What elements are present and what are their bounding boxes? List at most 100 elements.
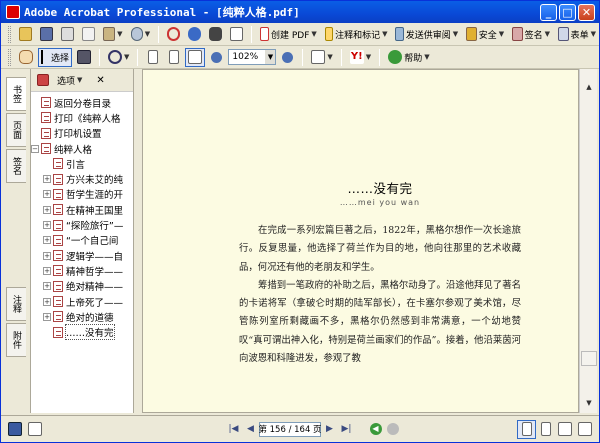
bookmark-icon [53,265,63,277]
acrobat-app-icon[interactable] [6,5,20,19]
next-page-button[interactable]: ▶ [321,421,338,438]
yahoo-search-button[interactable]: Y! ▼ [347,48,374,67]
bookmark-item[interactable]: 返回分卷目录 [31,95,131,110]
bookmark-item[interactable]: + 哲学生涯的开 [31,187,131,202]
snapshot-button[interactable] [74,48,94,67]
scroll-down-icon[interactable]: ▼ [581,395,597,410]
tab-comments[interactable]: 注释 [6,287,26,321]
attach-button[interactable]: ▼ [128,25,154,44]
toolbar-grip[interactable] [8,25,11,43]
bookmark-item[interactable]: 引言 [31,156,131,171]
collapse-icon[interactable]: − [31,144,39,153]
expand-icon[interactable]: + [43,282,51,291]
bookmark-item[interactable]: 打印《纯粹人格 [31,110,131,125]
tab-attachments[interactable]: 附件 [6,323,26,357]
zoom-out-button[interactable] [207,48,226,67]
save-button[interactable] [37,25,56,44]
expand-icon[interactable]: + [43,205,51,214]
hand-tool-button[interactable] [16,48,36,67]
expand-icon[interactable]: + [43,297,51,306]
tab-signatures[interactable]: 签名 [6,149,26,183]
organize-button[interactable]: ▼ [100,25,126,44]
send-review-button[interactable]: 发送供审阅 ▼ [392,25,461,44]
view-options-button[interactable] [5,420,25,439]
email-button[interactable] [79,25,98,44]
printer-icon [60,27,74,41]
maximize-button[interactable]: □ [559,3,576,21]
bookmark-item[interactable]: + 在精神王国里 [31,202,131,217]
forms-button[interactable]: 表单 ▼ [555,25,599,44]
bookmark-item[interactable]: + 精神哲学—— [31,263,131,278]
bookmark-item[interactable]: + 逻辑学——自 [31,248,131,263]
rotate-button[interactable]: ▼ [308,48,335,67]
expand-icon[interactable]: + [43,312,51,321]
bookmark-item[interactable]: + 方兴未艾的纯 [31,171,131,186]
bookmark-item[interactable]: + “一个自己间 [31,233,131,248]
chevron-down-icon[interactable]: ▼ [265,50,276,64]
vertical-scrollbar[interactable]: ▲ ▼ [579,69,597,413]
expand-icon[interactable]: + [43,266,51,275]
actual-size-icon [147,50,158,64]
zoom-tool-button[interactable]: ▼ [105,48,132,67]
close-button[interactable]: ✕ [578,3,595,21]
panel-splitter[interactable] [134,69,142,413]
page-number-field[interactable]: 第 156 / 164 页 [258,421,322,437]
bookmark-item[interactable]: + 绝对精神—— [31,279,131,294]
first-page-button[interactable]: |◀ [225,421,242,438]
minimize-button[interactable]: _ [540,3,557,21]
expand-icon[interactable]: + [43,175,51,184]
options-menu-button[interactable]: 选项 ▼ [54,71,85,90]
read-mode-button[interactable] [227,25,246,44]
toolbar-grip[interactable] [8,48,11,66]
bookmark-icon [53,188,63,200]
search-button[interactable] [185,25,204,44]
continuous-facing-button[interactable] [575,420,595,439]
pen-icon [512,27,523,41]
last-page-button[interactable]: ▶| [338,421,355,438]
comment-button[interactable]: 注释和标记 ▼ [322,25,391,44]
create-pdf-button[interactable]: 创建 PDF ▼ [257,25,320,44]
bookmark-tool-icon[interactable] [37,74,49,86]
chevron-down-icon: ▼ [498,30,505,38]
sign-button[interactable]: 签名 ▼ [509,25,553,44]
bookmark-item[interactable]: ……没有完 [31,324,131,340]
expand-icon[interactable]: + [43,221,51,230]
secure-button[interactable] [164,25,183,44]
print-button[interactable] [58,25,77,44]
facing-button[interactable] [555,420,575,439]
bookmark-item[interactable]: + 上帝死了—— [31,294,131,309]
select-tool-button[interactable]: 选择 [38,47,73,67]
previous-page-button[interactable]: ◀ [242,421,259,438]
bookmark-item[interactable]: + “探险旅行”— [31,217,131,232]
expand-icon[interactable]: + [43,251,51,260]
fit-page-button[interactable] [164,48,183,67]
expand-icon[interactable]: + [43,236,51,245]
bookmark-item[interactable]: + 绝对的道德 [31,309,131,324]
page-size-button[interactable] [25,420,45,439]
bookmark-item[interactable]: 打印机设置 [31,126,131,141]
monitor-icon [8,422,22,436]
zoom-in-button[interactable] [278,48,297,67]
bookmark-label: 纯粹人格 [54,144,93,156]
single-page-button[interactable] [517,419,536,439]
zoom-level-select[interactable]: 102% ▼ [228,49,277,65]
help-button[interactable]: 帮助 ▼ [385,48,432,67]
continuous-button[interactable] [536,420,555,439]
security-button[interactable]: 安全 ▼ [463,25,507,44]
document-view[interactable]: ……没有完 ……mei you wan 在完成一系列宏篇巨著之后，1822年，黑… [142,69,579,413]
find-button[interactable] [206,25,225,44]
tab-pages[interactable]: 页面 [6,113,26,147]
previous-view-icon[interactable]: ◀ [367,421,384,438]
fit-width-button[interactable] [185,47,206,67]
next-view-icon[interactable] [384,421,401,438]
bookmark-item[interactable]: − 纯粹人格 [31,141,131,156]
scroll-thumb[interactable] [581,351,597,366]
tab-bookmarks[interactable]: 书签 [6,77,26,111]
expand-icon[interactable]: + [43,190,51,199]
rotate-page-icon [311,50,326,64]
open-button[interactable] [16,25,35,44]
scroll-up-icon[interactable]: ▲ [581,79,597,94]
title-bar[interactable]: Adobe Acrobat Professional - [纯粹人格.pdf] … [1,1,599,23]
close-panel-icon[interactable]: ✕ [96,75,104,86]
actual-size-button[interactable] [143,48,162,67]
